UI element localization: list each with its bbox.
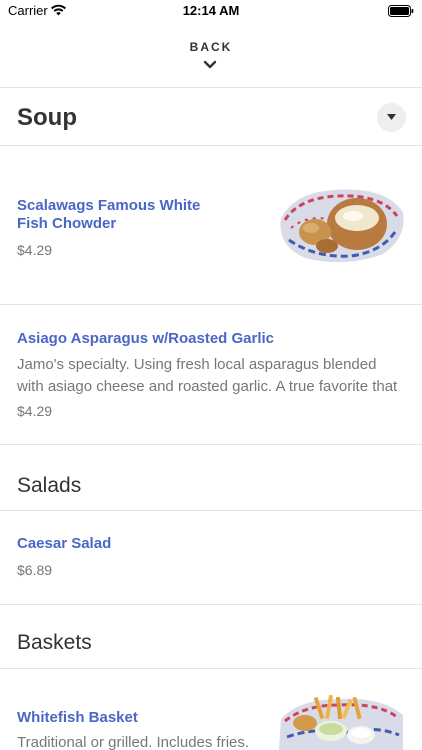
item-name: Scalawags Famous White Fish Chowder (17, 197, 200, 233)
item-description-line-1: Jamo's specialty. Using fresh local aspa… (17, 356, 377, 373)
chowder-image (280, 189, 404, 263)
section-header-soup: Soup (0, 89, 422, 146)
section-title-soup: Soup (17, 104, 77, 131)
item-name-line-2: Fish Chowder (17, 215, 117, 232)
menu-item-chowder[interactable]: Scalawags Famous White Fish Chowder $4.2… (0, 146, 422, 305)
item-price: $4.29 (17, 403, 53, 419)
caret-down-icon (387, 114, 396, 120)
clock: 12:14 AM (182, 3, 240, 18)
section-title-baskets: Baskets (17, 631, 92, 654)
basket-image (279, 694, 403, 750)
section-header-salads: Salads (0, 445, 422, 511)
item-name: Whitefish Basket (17, 709, 138, 726)
menu-item-caesar-salad[interactable]: Caesar Salad $6.89 (0, 511, 422, 605)
item-description-line-2: with asiago cheese and roasted garlic. A… (17, 378, 398, 395)
section-header-baskets: Baskets (0, 605, 422, 669)
battery-icon (388, 5, 414, 17)
menu-item-whitefish-basket[interactable]: Whitefish Basket Traditional or grilled.… (0, 669, 422, 750)
item-name: Asiago Asparagus w/Roasted Garlic (17, 330, 275, 347)
item-price: $4.29 (17, 242, 53, 258)
item-price: $6.89 (17, 562, 53, 578)
chevron-down-icon (203, 60, 217, 69)
section-title-salads: Salads (17, 474, 82, 497)
item-name-line-1: Scalawags Famous White (17, 197, 201, 214)
status-bar: Carrier 12:14 AM (0, 0, 422, 22)
back-button[interactable]: BACK (0, 30, 422, 88)
category-dropdown-button[interactable] (377, 103, 406, 132)
item-name: Caesar Salad (17, 535, 112, 552)
back-label: BACK (189, 40, 233, 54)
item-description: Jamo's specialty. Using fresh local aspa… (17, 354, 407, 398)
menu-item-asiago-asparagus[interactable]: Asiago Asparagus w/Roasted Garlic Jamo's… (0, 305, 422, 445)
item-description: Traditional or grilled. Includes fries. (17, 732, 267, 750)
item-description-line-1: Traditional or grilled. Includes fries. (17, 734, 250, 750)
